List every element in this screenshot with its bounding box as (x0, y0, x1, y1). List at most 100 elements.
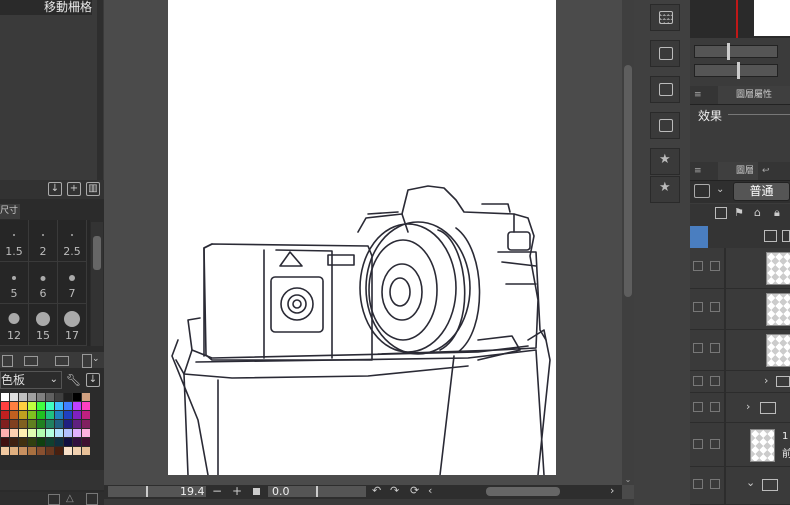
reset-rotation-icon[interactable]: ⟳ (410, 484, 419, 497)
folder-row[interactable]: ⌄ (690, 467, 790, 505)
palette-swatch[interactable] (0, 428, 9, 437)
rotate-right-icon[interactable]: ↷ (390, 484, 399, 497)
layer-mask-toggle[interactable] (690, 226, 708, 248)
palette-swatch[interactable] (63, 428, 72, 437)
palette-swatch[interactable] (9, 392, 18, 401)
menu-icon[interactable]: ≡ (694, 86, 702, 104)
menu-icon[interactable]: ≡ (694, 162, 702, 180)
eye-icon[interactable] (693, 376, 703, 386)
eye-icon[interactable] (693, 261, 703, 271)
move-grid-label[interactable]: 移動柵格 (0, 0, 92, 15)
palette-swatch[interactable] (0, 437, 9, 446)
layer-row[interactable]: 1前 (690, 423, 790, 467)
layer-row[interactable] (690, 248, 790, 289)
brush-size-item[interactable]: 6 (29, 262, 58, 304)
palette-swatch[interactable] (72, 410, 81, 419)
chevron-down-icon[interactable]: ⌄ (92, 354, 102, 366)
eye-icon[interactable] (693, 479, 703, 489)
palette-swatch[interactable] (36, 392, 45, 401)
tab-layer-property[interactable]: 圖層屬性 (718, 86, 790, 104)
layer-color-icon[interactable] (694, 184, 710, 198)
copy-icon[interactable] (782, 230, 790, 242)
scroll-right-arrow[interactable]: › (610, 484, 614, 497)
horizontal-scroll-thumb[interactable] (486, 487, 560, 496)
palette-swatch[interactable] (36, 437, 45, 446)
palette-swatch[interactable] (45, 446, 54, 455)
zoom-in-button[interactable]: + (232, 484, 242, 498)
draft-icon[interactable]: ⌂ (754, 206, 761, 219)
color-palette-grid[interactable] (0, 392, 90, 464)
warning-icon[interactable]: △ (66, 493, 74, 504)
chevron-right-icon[interactable]: › (746, 400, 750, 413)
fit-screen-icon[interactable] (253, 488, 260, 495)
lock-toggle[interactable] (710, 261, 720, 271)
palette-swatch[interactable] (18, 410, 27, 419)
palette-swatch[interactable] (63, 419, 72, 428)
palette-swatch[interactable] (27, 437, 36, 446)
new-color-icon[interactable] (48, 494, 60, 505)
palette-swatch[interactable] (27, 446, 36, 455)
lock-toggle[interactable] (710, 376, 720, 386)
tab-brush-size[interactable]: 尺寸 (0, 204, 20, 219)
palette-swatch[interactable] (9, 437, 18, 446)
palette-swatch[interactable] (54, 419, 63, 428)
palette-swatch[interactable] (63, 392, 72, 401)
new-layer-icon[interactable] (764, 230, 777, 242)
palette-swatch[interactable] (27, 428, 36, 437)
color-set-select[interactable]: 色板 ⌄ (0, 371, 62, 389)
palette-swatch[interactable] (54, 401, 63, 410)
palette-swatch[interactable] (18, 446, 27, 455)
tab-color-icon[interactable] (2, 355, 13, 367)
chevron-down-icon[interactable]: ⌄ (746, 476, 755, 489)
palette-swatch[interactable] (54, 446, 63, 455)
navigator-rotate-slider[interactable] (694, 62, 778, 79)
chevron-right-icon[interactable]: › (764, 374, 768, 387)
wrench-icon[interactable]: 🔧︎ (66, 373, 81, 387)
brush-size-item[interactable]: 15 (29, 304, 58, 346)
palette-swatch[interactable] (72, 446, 81, 455)
palette-swatch[interactable] (9, 428, 18, 437)
palette-swatch[interactable] (36, 419, 45, 428)
rotate-value[interactable]: 0.0 (272, 485, 290, 498)
palette-swatch[interactable] (45, 437, 54, 446)
palette-swatch[interactable] (81, 437, 90, 446)
import-icon[interactable]: ↓ (48, 182, 62, 196)
zoom-slider-thumb[interactable] (146, 486, 148, 497)
brush-size-item[interactable]: 1.5 (0, 220, 29, 262)
palette-swatch[interactable] (0, 410, 9, 419)
palette-swatch[interactable] (18, 428, 27, 437)
palette-swatch[interactable] (81, 401, 90, 410)
favorite-button[interactable]: ★ (650, 148, 680, 175)
palette-swatch[interactable] (63, 401, 72, 410)
palette-swatch[interactable] (81, 419, 90, 428)
palette-swatch[interactable] (81, 446, 90, 455)
palette-swatch[interactable] (63, 437, 72, 446)
zoom-value[interactable]: 19.4 (180, 485, 205, 498)
palette-swatch[interactable] (18, 419, 27, 428)
rotate-slider-thumb[interactable] (316, 486, 318, 497)
brush-size-item[interactable]: 17 (58, 304, 87, 346)
palette-swatch[interactable] (18, 392, 27, 401)
brush-size-item[interactable]: 7 (58, 262, 87, 304)
zoom-out-button[interactable]: − (212, 484, 222, 498)
layer-row[interactable] (690, 330, 790, 371)
palette-swatch[interactable] (36, 410, 45, 419)
palette-swatch[interactable] (18, 401, 27, 410)
palette-swatch[interactable] (0, 392, 9, 401)
tab-history-icon[interactable] (55, 356, 69, 366)
export-button[interactable] (650, 112, 680, 139)
lock-toggle[interactable] (710, 439, 720, 449)
palette-swatch[interactable] (54, 428, 63, 437)
palette-swatch[interactable] (72, 428, 81, 437)
favorite-button-2[interactable]: ★ (650, 176, 680, 203)
lock-toggle[interactable] (710, 343, 720, 353)
palette-swatch[interactable] (45, 419, 54, 428)
palette-swatch[interactable] (63, 446, 72, 455)
lock-toggle[interactable] (710, 479, 720, 489)
palette-swatch[interactable] (18, 437, 27, 446)
brush-size-item[interactable]: 2 (29, 220, 58, 262)
palette-swatch[interactable] (27, 392, 36, 401)
eye-icon[interactable] (693, 439, 703, 449)
palette-swatch[interactable] (54, 437, 63, 446)
fit-button[interactable] (650, 76, 680, 103)
